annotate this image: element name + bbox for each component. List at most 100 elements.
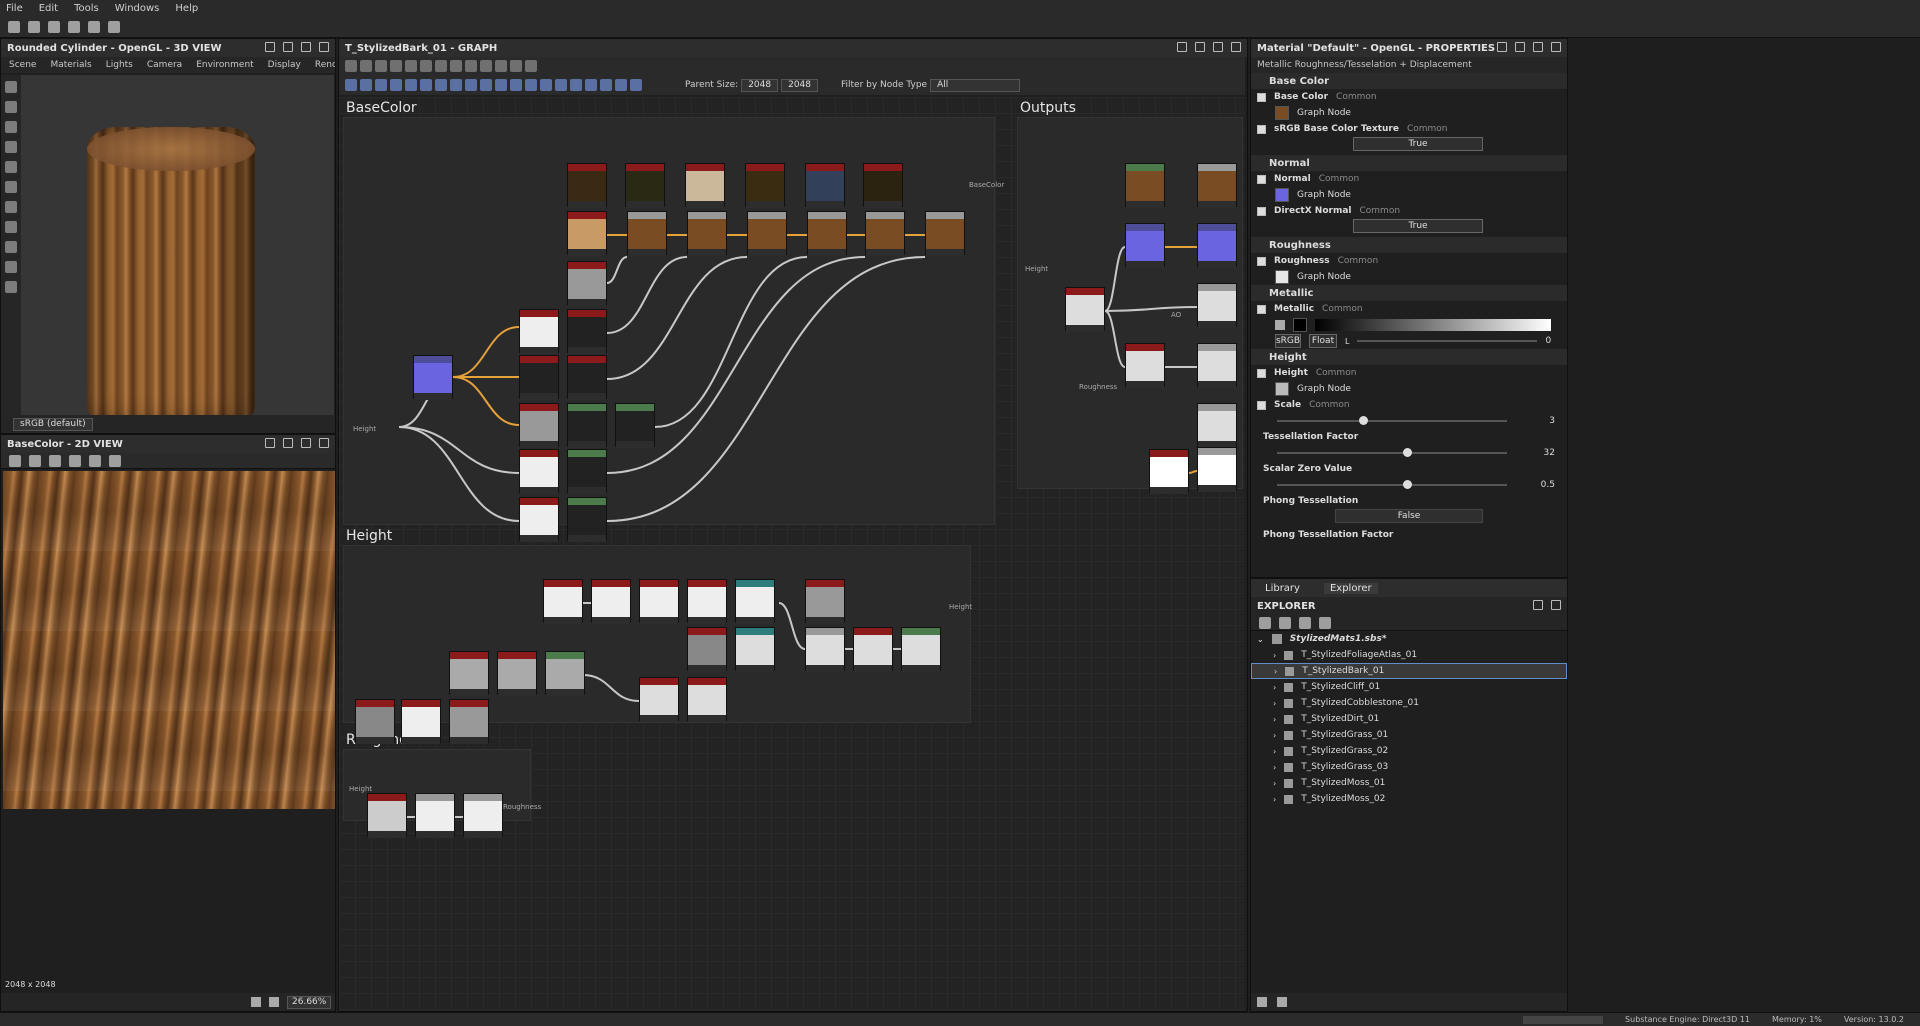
graph-node[interactable] [687,579,727,624]
directx-toggle-button[interactable]: True [1353,219,1483,233]
explorer-item[interactable]: › T_StylizedCliff_01 [1251,679,1567,695]
graph-node[interactable] [591,579,631,624]
bitmap-node-icon[interactable] [345,79,357,91]
metallic-value[interactable]: 0 [1545,336,1551,346]
section-base-color[interactable]: Base Color [1251,73,1567,89]
chevron-right-icon[interactable]: › [1273,747,1276,756]
graph-node[interactable] [567,211,607,256]
scale-checkbox[interactable] [1257,400,1266,410]
info-icon[interactable] [1277,997,1287,1007]
chevron-right-icon[interactable]: › [1273,795,1276,804]
section-height[interactable]: Height [1251,349,1567,365]
menu-tools[interactable]: Tools [74,3,99,14]
histogram-icon[interactable] [5,281,17,293]
menu-help[interactable]: Help [175,3,198,14]
graph-node[interactable] [519,449,559,494]
graph-node[interactable] [805,627,845,672]
explorer-item[interactable]: › T_StylizedGrass_03 [1251,759,1567,775]
view3d-menu-camera[interactable]: Camera [147,60,182,70]
graph-node[interactable] [567,497,607,542]
graph-node[interactable] [497,651,537,696]
graph-node[interactable] [519,403,559,448]
clean-icon[interactable] [1319,616,1331,629]
pin-icon[interactable] [1497,42,1507,52]
menu-windows[interactable]: Windows [115,3,160,14]
screenshot-icon[interactable] [5,141,17,153]
maximize-icon[interactable] [1213,42,1223,52]
camera-icon[interactable] [375,60,387,72]
blend-node-icon[interactable] [405,79,417,91]
maximize-icon[interactable] [301,438,311,448]
fit-icon[interactable] [9,454,21,467]
graph-node[interactable] [519,497,559,542]
text-node-icon[interactable] [600,79,612,91]
search-icon[interactable] [405,60,417,72]
graph-node[interactable] [925,211,965,256]
explorer-item[interactable]: › T_StylizedCobblestone_01 [1251,695,1567,711]
comment-icon[interactable] [360,60,372,72]
node-connection[interactable] [606,256,926,522]
base-color-checkbox[interactable] [1257,92,1266,102]
explorer-item[interactable]: › T_StylizedDirt_01 [1251,711,1567,727]
srgb-button[interactable]: sRGB [1275,334,1301,348]
grid-icon[interactable] [5,161,17,173]
node-connection[interactable] [452,326,520,378]
graph-node[interactable] [567,261,607,306]
info-icon[interactable] [390,60,402,72]
fit-icon[interactable] [525,60,537,72]
metallic-slider[interactable] [1357,340,1538,342]
graph-node[interactable] [567,403,607,448]
chevron-right-icon[interactable]: › [1273,651,1276,660]
layers-icon[interactable] [5,241,17,253]
node-connection[interactable] [1104,310,1126,368]
graph-node[interactable] [567,163,607,208]
explorer-item[interactable]: › T_StylizedGrass_02 [1251,743,1567,759]
align-icon[interactable] [420,60,432,72]
graph-node[interactable] [639,579,679,624]
phong-toggle-button[interactable]: False [1335,509,1483,523]
output-node-icon[interactable] [615,79,627,91]
new-icon[interactable] [8,20,20,33]
graph-node[interactable] [567,449,607,494]
base-color-thumbnail[interactable] [1275,106,1289,120]
svg-node-icon[interactable] [360,79,372,91]
graph-node[interactable] [519,309,559,354]
graph-node[interactable] [639,677,679,722]
clear-icon[interactable] [510,60,522,72]
graph-node[interactable] [1197,447,1237,492]
explorer-item[interactable]: › T_StylizedMoss_02 [1251,791,1567,807]
graph-node[interactable] [449,699,489,744]
view3d-menu-renderer[interactable]: Renderer [315,60,335,70]
tessellation-slider[interactable] [1277,448,1507,457]
graph-node[interactable] [1197,283,1237,328]
node-connection[interactable] [398,426,520,474]
tessellation-slider-handle[interactable] [1403,448,1412,457]
chevron-right-icon[interactable]: › [1274,667,1277,676]
node-connection[interactable] [606,256,748,380]
light-icon[interactable] [5,101,17,113]
metallic-swatch[interactable] [1293,318,1307,332]
close-icon[interactable] [1551,600,1561,610]
height-thumbnail[interactable] [1275,382,1289,396]
graph-node[interactable] [463,793,503,838]
view3d-menu-display[interactable]: Display [268,60,301,70]
graph-node[interactable] [543,579,583,624]
graph-node[interactable] [1197,223,1237,268]
float-button[interactable]: Float [1309,334,1337,348]
srgb-checkbox[interactable] [1257,124,1266,134]
graph-node[interactable] [1197,403,1237,448]
curve-node-icon[interactable] [555,79,567,91]
pin-icon[interactable] [1177,42,1187,52]
maximize-icon[interactable] [1533,42,1543,52]
link-icon[interactable] [450,60,462,72]
parent-size-select[interactable]: 2048 [741,78,779,92]
view3d-menu-environment[interactable]: Environment [196,60,253,70]
height-checkbox[interactable] [1257,368,1266,378]
settings-icon[interactable] [495,60,507,72]
graph-node[interactable] [413,355,453,400]
close-icon[interactable] [319,438,329,448]
input-node-icon[interactable] [630,79,642,91]
metallic-gradient-bar[interactable] [1315,319,1551,331]
frame-icon[interactable] [345,60,357,72]
explorer-item[interactable]: › T_StylizedMoss_01 [1251,775,1567,791]
